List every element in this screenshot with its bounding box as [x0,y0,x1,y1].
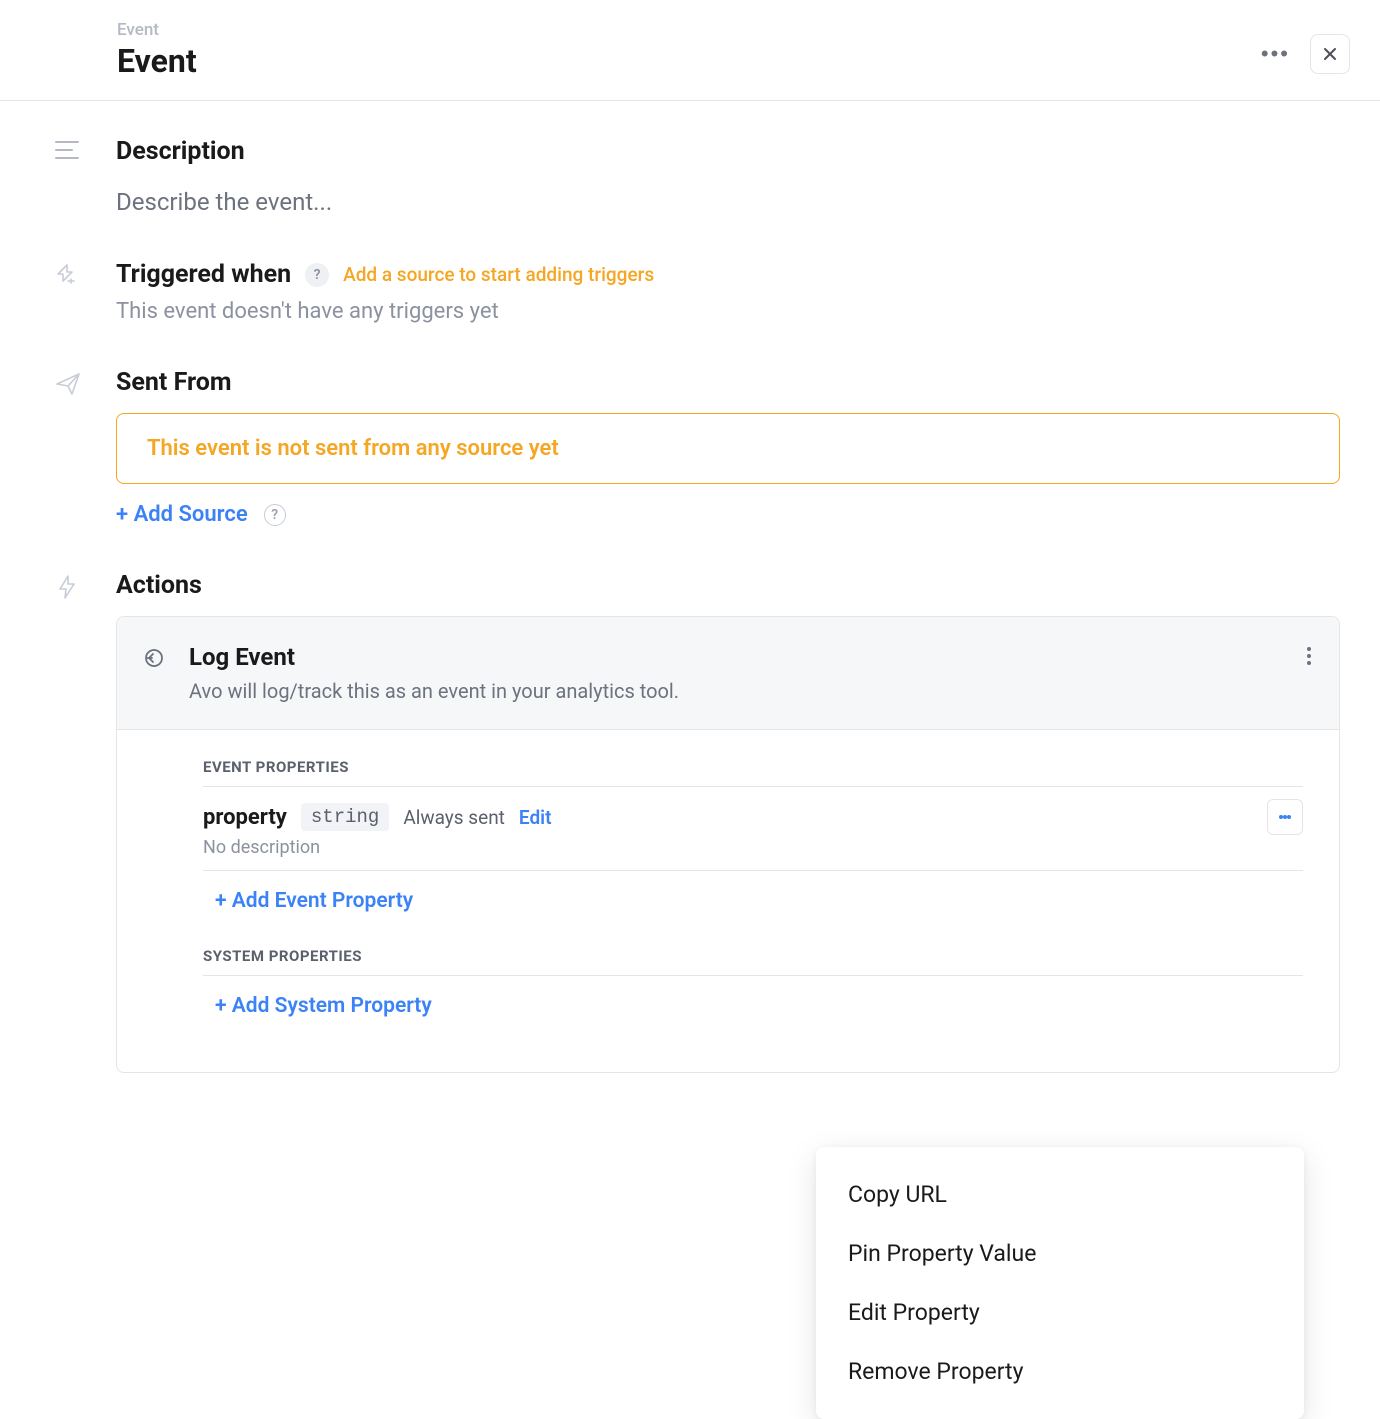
description-title: Description [116,137,1340,166]
actions-title: Actions [116,571,1340,600]
align-left-icon [54,139,82,165]
trigger-icon [54,262,82,292]
add-system-property-button[interactable]: + Add System Property [215,994,432,1018]
property-sent-label: Always sent [403,806,505,829]
log-event-card: Log Event Avo will log/track this as an … [116,616,1340,1073]
panel-header: Event Event ••• [0,0,1380,101]
add-event-property-button[interactable]: + Add Event Property [215,889,413,913]
description-input[interactable]: Describe the event... [116,188,1340,216]
help-icon[interactable]: ? [264,504,286,526]
menu-edit-property[interactable]: Edit Property [816,1283,1304,1342]
menu-copy-url[interactable]: Copy URL [816,1165,1304,1224]
close-button[interactable] [1310,34,1350,74]
property-kebab-button[interactable] [1267,799,1303,835]
menu-pin-property-value[interactable]: Pin Property Value [816,1224,1304,1283]
event-properties-label: EVENT PROPERTIES [203,758,1303,787]
section-sent-from: Sent From This event is not sent from an… [54,368,1340,527]
help-icon[interactable]: ? [305,263,329,287]
log-event-desc: Avo will log/track this as an event in y… [189,679,679,703]
bolt-icon [54,573,82,605]
property-edit-link[interactable]: Edit [519,806,552,829]
section-actions: Actions Log Event Avo will log/track thi… [54,571,1340,1073]
property-no-description: No description [203,837,1303,858]
section-triggered: Triggered when ? Add a source to start a… [54,260,1340,324]
section-description: Description Describe the event... [54,137,1340,216]
property-type-badge: string [301,803,389,831]
log-event-header: Log Event Avo will log/track this as an … [117,617,1339,730]
property-context-menu: Copy URL Pin Property Value Edit Propert… [816,1147,1304,1419]
log-icon [143,647,169,673]
property-row[interactable]: property string Always sent Edit No desc… [203,787,1303,871]
source-warning-text: This event is not sent from any source y… [147,436,559,461]
triggered-title-text: Triggered when [116,260,291,289]
page-title: Event [117,42,197,80]
menu-remove-property[interactable]: Remove Property [816,1342,1304,1401]
source-warning: This event is not sent from any source y… [116,413,1340,484]
system-properties-label: SYSTEM PROPERTIES [203,947,1303,976]
triggered-empty-text: This event doesn't have any triggers yet [116,299,1340,324]
card-kebab-button[interactable] [1307,647,1311,665]
sent-from-title: Sent From [116,368,1340,397]
triggered-title: Triggered when ? Add a source to start a… [116,260,1340,289]
header-actions: ••• [1253,34,1350,74]
log-event-title: Log Event [189,643,679,671]
send-icon [54,370,82,402]
close-icon [1321,45,1339,63]
panel-content: Description Describe the event... Trigge… [0,101,1380,1113]
more-actions-button[interactable]: ••• [1253,37,1298,71]
breadcrumb: Event [117,20,197,40]
property-name: property [203,805,287,830]
add-source-hint[interactable]: Add a source to start adding triggers [343,263,654,286]
header-title-block: Event Event [117,20,197,80]
add-source-button[interactable]: + Add Source [116,502,248,527]
